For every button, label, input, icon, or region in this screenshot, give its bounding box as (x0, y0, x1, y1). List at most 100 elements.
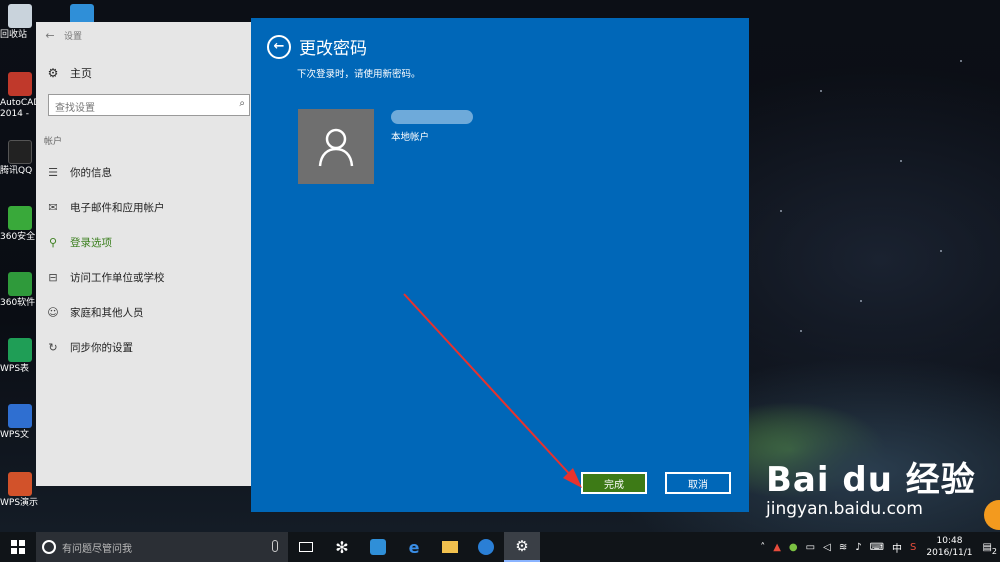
keyboard-icon[interactable]: ⌨ (870, 542, 884, 553)
people-icon: ☺ (47, 306, 59, 319)
desktop-icon-label: WPS表 (0, 364, 30, 374)
qq-icon (8, 140, 32, 164)
blurred-username (391, 110, 473, 124)
key-icon: ⚲ (48, 236, 58, 249)
section-heading-accounts: 帐户 (44, 137, 63, 147)
desktop-icon-label: 360安全 (0, 232, 36, 242)
desktop-icon-recycle-bin[interactable]: 回收站 (0, 4, 40, 41)
desktop-icon-label: 360软件 (0, 298, 36, 308)
notification-center-icon[interactable]: ▤ 2 (983, 542, 997, 556)
home-label: 主页 (70, 67, 92, 80)
autocad-icon (8, 72, 32, 96)
edge-icon: e (408, 537, 420, 557)
gear-icon: ⚙ (47, 66, 59, 80)
nav-item-sign-in-options[interactable]: ⚲ 登录选项 (36, 225, 258, 260)
baidu-logo: Bai du 经验 (766, 460, 976, 500)
desktop-icon-label: WPS演示 (0, 498, 39, 508)
cortana-icon (42, 540, 56, 554)
wifi-icon[interactable]: ≋ (839, 542, 847, 553)
nav-item-family[interactable]: ☺ 家庭和其他人员 (36, 295, 258, 330)
nav-item-label: 访问工作单位或学校 (70, 272, 165, 284)
360-security-icon (8, 206, 32, 230)
nav-item-label: 同步你的设置 (70, 342, 133, 354)
sogou-icon (478, 539, 494, 555)
nav-item-your-info[interactable]: ☰ 你的信息 (36, 155, 258, 190)
windows-logo-icon (11, 540, 25, 554)
mail-icon: ✉ (48, 201, 58, 214)
user-icon (318, 128, 354, 166)
clock-time: 10:48 (936, 536, 963, 546)
clock-date: 2016/11/1 (926, 548, 973, 558)
desktop-icon-label: 腾讯QQ (0, 166, 33, 176)
sync-icon: ↻ (48, 341, 58, 354)
cortana-search-box[interactable]: 有问题尽管问我 (36, 532, 288, 562)
avatar (298, 109, 374, 184)
player-icon (370, 539, 386, 555)
person-card-icon: ☰ (48, 166, 58, 179)
fan-icon: ✻ (335, 537, 349, 557)
taskbar-app-settings[interactable]: ⚙ (504, 532, 540, 562)
cortana-placeholder: 有问题尽管问我 (62, 543, 132, 555)
chevron-up-icon[interactable]: ˄ (760, 542, 765, 553)
battery-icon[interactable]: ▭ (806, 542, 815, 553)
baidu-watermark: Bai du 经验 jingyan.baidu.com (766, 452, 976, 519)
microphone-icon[interactable] (272, 540, 278, 552)
speaker-icon[interactable]: ♪ (855, 542, 861, 553)
360-software-icon (8, 272, 32, 296)
cancel-button[interactable]: 取消 (665, 472, 731, 494)
nav-item-sync[interactable]: ↻ 同步你的设置 (36, 330, 258, 365)
desktop-icon-360-software[interactable]: 360软件 (0, 272, 40, 309)
dialog-title: 更改密码 (299, 39, 367, 59)
account-type: 本地帐户 (391, 132, 430, 143)
briefcase-icon: ⊟ (48, 271, 58, 284)
desktop-icon-label: WPS文 (0, 430, 30, 440)
desktop-icon-360-security[interactable]: 360安全 (0, 206, 40, 243)
task-view-button[interactable] (288, 532, 324, 562)
taskbar-app-sogou[interactable] (468, 532, 504, 562)
dialog-header: ← 更改密码 (267, 34, 367, 59)
tray-360-icon[interactable]: ● (789, 542, 798, 553)
notification-count: 2 (991, 546, 997, 556)
taskbar-app-edge[interactable]: e (396, 532, 432, 562)
sogou-tray-icon[interactable]: S (910, 542, 916, 553)
clock[interactable]: 10:48 2016/11/1 (926, 535, 972, 559)
desktop-icon-autocad[interactable]: AutoCAD 2014 - (0, 72, 40, 120)
desktop-icon-qq[interactable]: 腾讯QQ (0, 140, 40, 177)
settings-home-link[interactable]: ⚙ 主页 (36, 60, 258, 86)
taskbar-app-player[interactable] (360, 532, 396, 562)
task-view-icon (299, 542, 313, 552)
desktop-icon-wps-sheet[interactable]: WPS表 (0, 338, 40, 375)
search-placeholder: 查找设置 (55, 103, 95, 114)
system-tray: ˄ ▲ ● ▭ ◁ ≋ ♪ ⌨ 中 S 10:48 2016/11/1 ▤ 2 (756, 532, 1000, 562)
desktop-icon-label: 回收站 (0, 30, 28, 40)
watermark-url: jingyan.baidu.com (766, 499, 923, 519)
ime-indicator[interactable]: 中 (892, 540, 902, 555)
nav-item-label: 你的信息 (70, 167, 112, 179)
settings-title: 设置 (64, 31, 83, 42)
wps-presentation-icon (8, 472, 32, 496)
wps-writer-icon (8, 404, 32, 428)
start-button[interactable] (0, 532, 36, 562)
taskbar: 有问题尽管问我 ✻ e ⚙ ˄ ▲ ● ▭ ◁ ≋ ♪ ⌨ 中 S 10:48 … (0, 532, 1000, 562)
change-password-dialog: ← 更改密码 下次登录时，请使用新密码。 本地帐户 完成 取消 (251, 18, 749, 512)
finish-button[interactable]: 完成 (581, 472, 647, 494)
settings-titlebar: ← 设置 (36, 22, 258, 48)
taskbar-app-explorer[interactable] (432, 532, 468, 562)
nav-item-work-school[interactable]: ⊟ 访问工作单位或学校 (36, 260, 258, 295)
tray-app-icon[interactable]: ▲ (773, 542, 781, 553)
gear-icon: ⚙ (515, 537, 529, 555)
nav-item-email-accounts[interactable]: ✉ 电子邮件和应用帐户 (36, 190, 258, 225)
back-circle-icon[interactable]: ← (267, 34, 291, 59)
taskbar-app-fan[interactable]: ✻ (324, 532, 360, 562)
settings-search-input[interactable]: 查找设置 ⌕ (48, 94, 250, 116)
desktop-icon-wps-writer[interactable]: WPS文 (0, 404, 40, 441)
settings-window: ← 设置 ⚙ 主页 查找设置 ⌕ 帐户 ☰ 你的信息 ✉ 电子邮件和应用帐户 ⚲… (36, 22, 258, 486)
wps-spreadsheet-icon (8, 338, 32, 362)
nav-item-label: 家庭和其他人员 (70, 307, 144, 319)
desktop-icon-wps-presentation[interactable]: WPS演示 (0, 472, 40, 509)
nav-item-label: 登录选项 (70, 237, 112, 249)
dialog-subtitle: 下次登录时，请使用新密码。 (297, 69, 421, 80)
back-arrow-icon[interactable]: ← (36, 29, 64, 42)
volume-icon[interactable]: ◁ (823, 542, 831, 553)
nav-item-label: 电子邮件和应用帐户 (70, 202, 165, 214)
